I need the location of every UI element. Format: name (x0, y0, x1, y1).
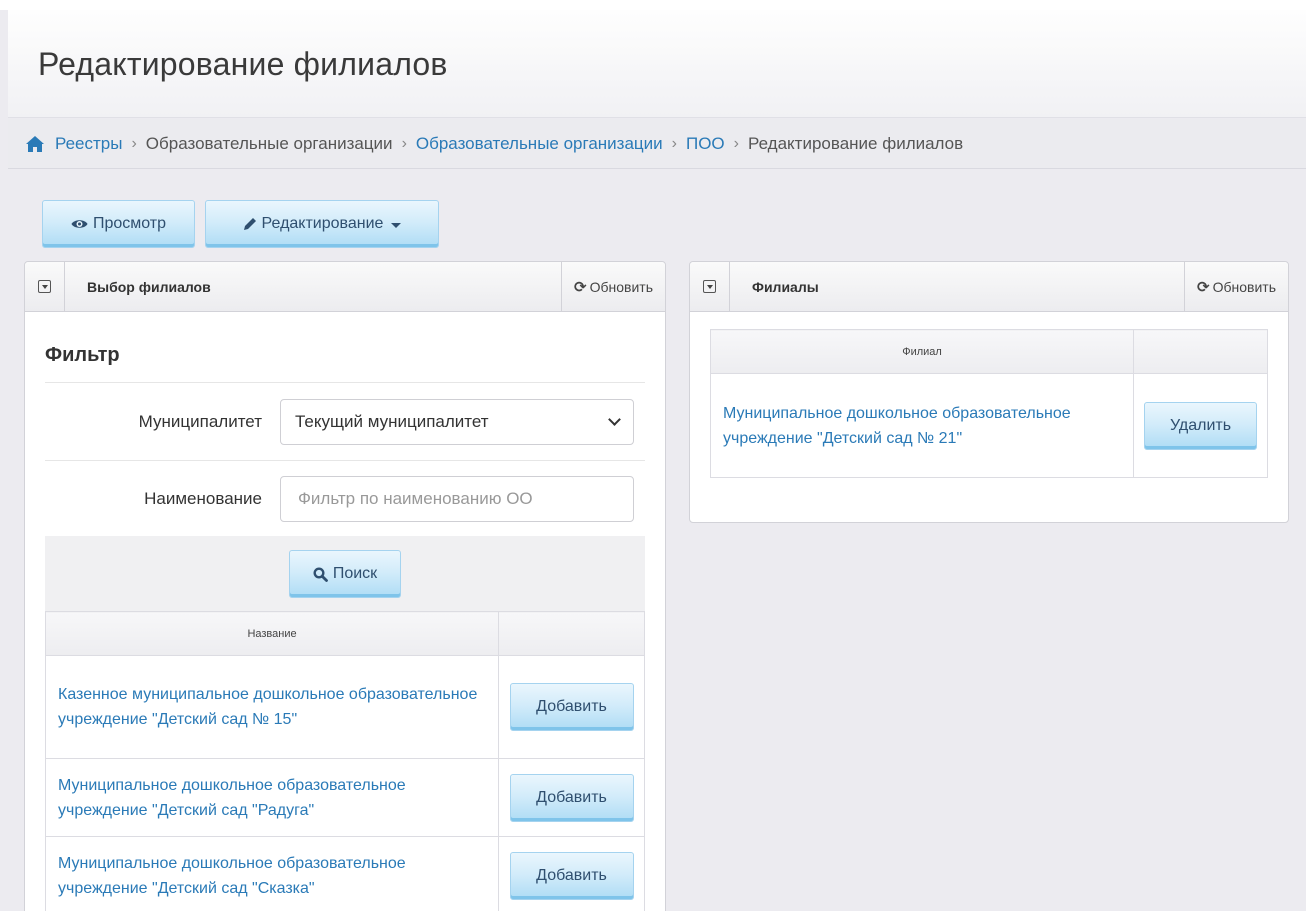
table-header-row: Филиал (709, 329, 1268, 374)
branches-panel: Филиалы ⟳ Обновить Филиал Муниципальное … (689, 261, 1289, 523)
collapse-toggle[interactable] (690, 262, 730, 311)
add-button[interactable]: Добавить (509, 683, 634, 731)
refresh-button[interactable]: ⟳ Обновить (561, 262, 665, 311)
page-title: Редактирование филиалов (38, 46, 448, 82)
delete-button[interactable]: Удалить (1144, 401, 1258, 450)
table-row: Муниципальное дошкольное образовательное… (709, 373, 1268, 478)
refresh-label: Обновить (589, 278, 653, 295)
refresh-button[interactable]: ⟳ Обновить (1184, 262, 1288, 311)
breadcrumb-separator-icon: › (401, 134, 407, 152)
column-header-action (498, 611, 645, 656)
municipality-select[interactable]: Текущий муниципалитет (280, 398, 634, 445)
search-icon (313, 566, 328, 582)
eye-icon (71, 220, 88, 228)
org-name-link[interactable]: Муниципальное дошкольное образовательное… (44, 758, 500, 837)
edit-dropdown-button[interactable]: Редактирование (205, 200, 439, 248)
org-name-link[interactable]: Муниципальное дошкольное образовательное… (44, 836, 500, 911)
table-header-row: Название (44, 611, 645, 656)
name-filter-input[interactable]: Фильтр по наименованию ОО (280, 475, 634, 522)
table-row: Муниципальное дошкольное образовательное… (44, 758, 645, 837)
breadcrumb-item-edu-orgs[interactable]: Образовательные организации (416, 134, 663, 154)
breadcrumb-item-edu-orgs-group: Образовательные организации (145, 133, 393, 153)
name-label: Наименование (144, 488, 262, 508)
chevron-down-icon (391, 223, 402, 228)
panel-title: Филиалы (752, 278, 819, 295)
search-area: Поиск (45, 536, 645, 612)
name-filter-placeholder: Фильтр по наименованию ОО (298, 488, 533, 508)
add-button[interactable]: Добавить (509, 851, 634, 900)
top-strip (0, 0, 1306, 10)
column-header-name[interactable]: Название (44, 611, 500, 656)
home-icon[interactable] (25, 135, 45, 153)
municipality-label: Муниципалитет (138, 411, 262, 431)
column-header-action (1133, 329, 1268, 374)
action-cell: Добавить (498, 836, 645, 911)
toolbar: Просмотр Редактирование (42, 200, 439, 248)
action-cell: Удалить (1133, 373, 1268, 478)
breadcrumb: Реестры › Образовательные организации › … (8, 119, 1306, 169)
collapse-toggle[interactable] (25, 262, 65, 311)
search-button[interactable]: Поиск (289, 550, 401, 598)
breadcrumb-separator-icon: › (671, 134, 677, 152)
org-name-link[interactable]: Казенное муниципальное дошкольное образо… (44, 655, 500, 759)
breadcrumb-separator-icon: › (733, 134, 739, 152)
breadcrumb-item-registries[interactable]: Реестры (55, 134, 122, 154)
branch-name-link[interactable]: Муниципальное дошкольное образовательное… (709, 373, 1135, 478)
breadcrumb-item-current: Редактирование филиалов (747, 133, 964, 153)
municipality-select-value: Текущий муниципалитет (295, 411, 489, 431)
edit-button-label: Редактирование (261, 215, 384, 232)
collapse-icon (38, 280, 51, 293)
panel-header: Выбор филиалов ⟳ Обновить (25, 262, 665, 312)
candidates-table: Название Казенное муниципальное дошкольн… (44, 611, 645, 911)
branches-table: Филиал Муниципальное дошкольное образова… (709, 329, 1268, 478)
refresh-label: Обновить (1212, 278, 1276, 295)
collapse-icon (703, 280, 716, 293)
action-cell: Добавить (498, 758, 645, 837)
chevron-down-icon (608, 412, 621, 426)
page: Редактирование филиалов Реестры › Образо… (0, 0, 1306, 911)
column-header-branch[interactable]: Филиал (709, 329, 1135, 374)
branch-selection-panel: Выбор филиалов ⟳ Обновить Фильтр Муницип… (24, 261, 666, 911)
panel-title: Выбор филиалов (87, 278, 211, 295)
filter-row-name: Наименование Фильтр по наименованию ОО (45, 460, 645, 536)
table-row: Муниципальное дошкольное образовательное… (44, 836, 645, 911)
view-button-label: Просмотр (92, 215, 167, 232)
action-cell: Добавить (498, 655, 645, 759)
refresh-icon: ⟳ (574, 278, 587, 296)
search-button-label: Поиск (332, 565, 378, 582)
refresh-icon: ⟳ (1197, 278, 1210, 296)
pencil-icon (243, 218, 256, 230)
view-button[interactable]: Просмотр (42, 200, 195, 248)
breadcrumb-separator-icon: › (131, 134, 137, 152)
page-header: Редактирование филиалов (8, 10, 1306, 118)
filter-title: Фильтр (45, 344, 120, 366)
breadcrumb-item-poo[interactable]: ПОО (686, 134, 725, 154)
panel-header: Филиалы ⟳ Обновить (690, 262, 1288, 312)
add-button[interactable]: Добавить (509, 773, 634, 822)
filter-row-municipality: Муниципалитет Текущий муниципалитет (45, 382, 645, 460)
table-row: Казенное муниципальное дошкольное образо… (44, 655, 645, 759)
